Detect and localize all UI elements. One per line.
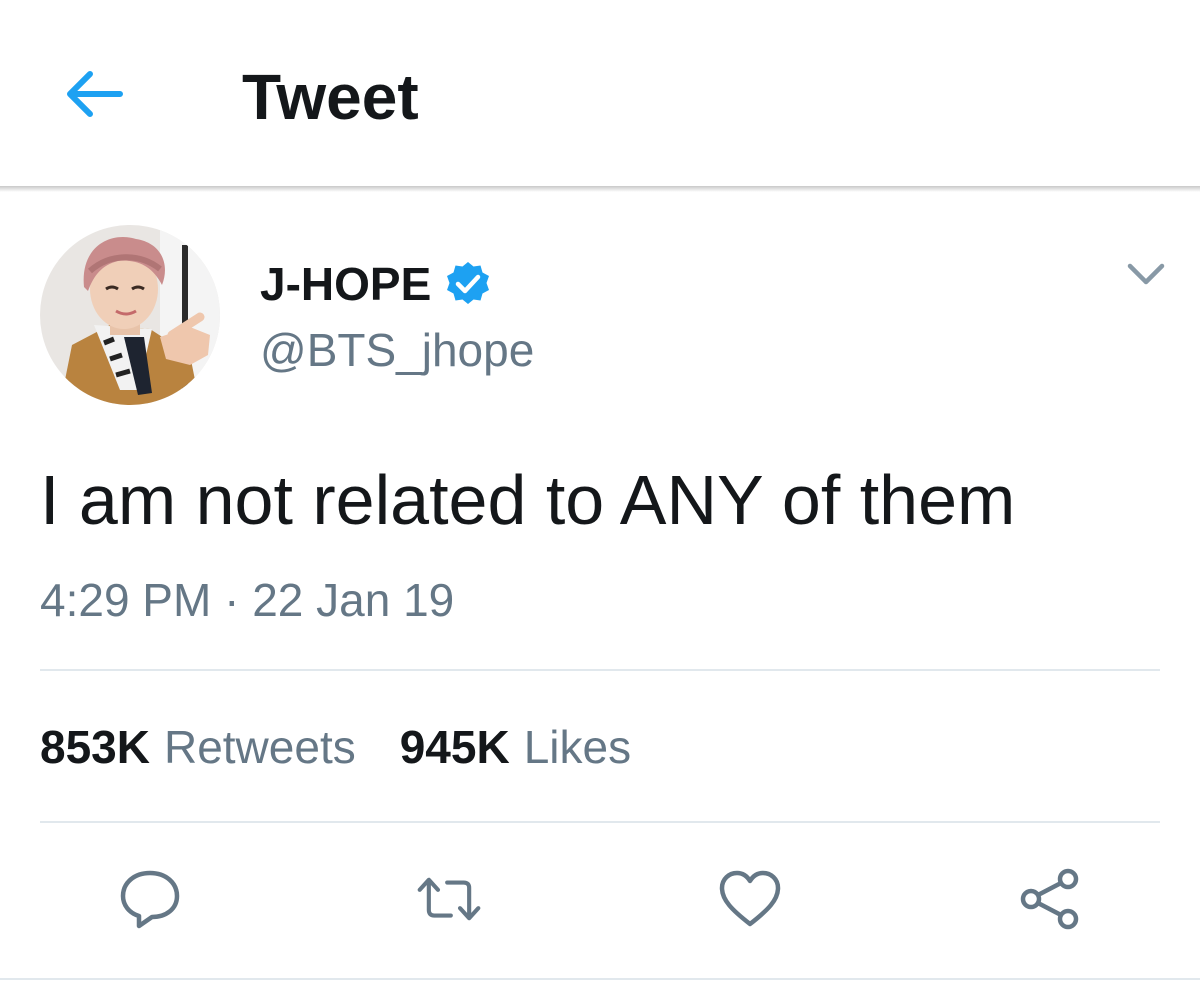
- display-name: J-HOPE: [260, 258, 432, 310]
- tweet-screen: Tweet J-HOPE @BTS_jhope I am not related…: [0, 0, 1200, 986]
- retweet-button[interactable]: [416, 866, 482, 932]
- page-title: Tweet: [242, 61, 419, 133]
- retweets-label: Retweets: [163, 721, 356, 773]
- tweet-stats: 853K Retweets 945K Likes: [40, 718, 631, 776]
- divider: [0, 978, 1200, 980]
- like-button[interactable]: [717, 866, 783, 932]
- share-button[interactable]: [1017, 866, 1083, 932]
- author-name-row[interactable]: J-HOPE: [260, 254, 491, 314]
- back-button[interactable]: [58, 62, 130, 126]
- tweet-text: I am not related to ANY of them: [40, 461, 1016, 539]
- likes-count: 945K: [399, 721, 510, 773]
- header-divider: [0, 186, 1200, 192]
- top-app-bar: Tweet: [0, 0, 1200, 186]
- likes-label: Likes: [523, 721, 632, 773]
- profile-photo: [40, 225, 220, 405]
- avatar[interactable]: [40, 225, 220, 405]
- share-icon: [1020, 868, 1079, 930]
- divider: [40, 821, 1160, 823]
- reply-icon: [120, 870, 180, 929]
- retweets-count: 853K: [40, 721, 150, 773]
- retweet-icon: [417, 877, 481, 921]
- like-icon: [719, 870, 781, 927]
- tweet-options-button[interactable]: [1124, 256, 1168, 292]
- retweets-stat[interactable]: 853K Retweets: [40, 718, 356, 776]
- chevron-down-icon: [1127, 263, 1165, 285]
- reply-button[interactable]: [117, 866, 183, 932]
- divider: [40, 669, 1160, 671]
- tweet-timestamp[interactable]: 4:29 PM · 22 Jan 19: [40, 572, 454, 628]
- back-arrow-icon: [67, 71, 123, 117]
- user-handle[interactable]: @BTS_jhope: [260, 322, 534, 378]
- likes-stat[interactable]: 945K Likes: [400, 718, 631, 776]
- verified-badge-icon: [445, 261, 491, 307]
